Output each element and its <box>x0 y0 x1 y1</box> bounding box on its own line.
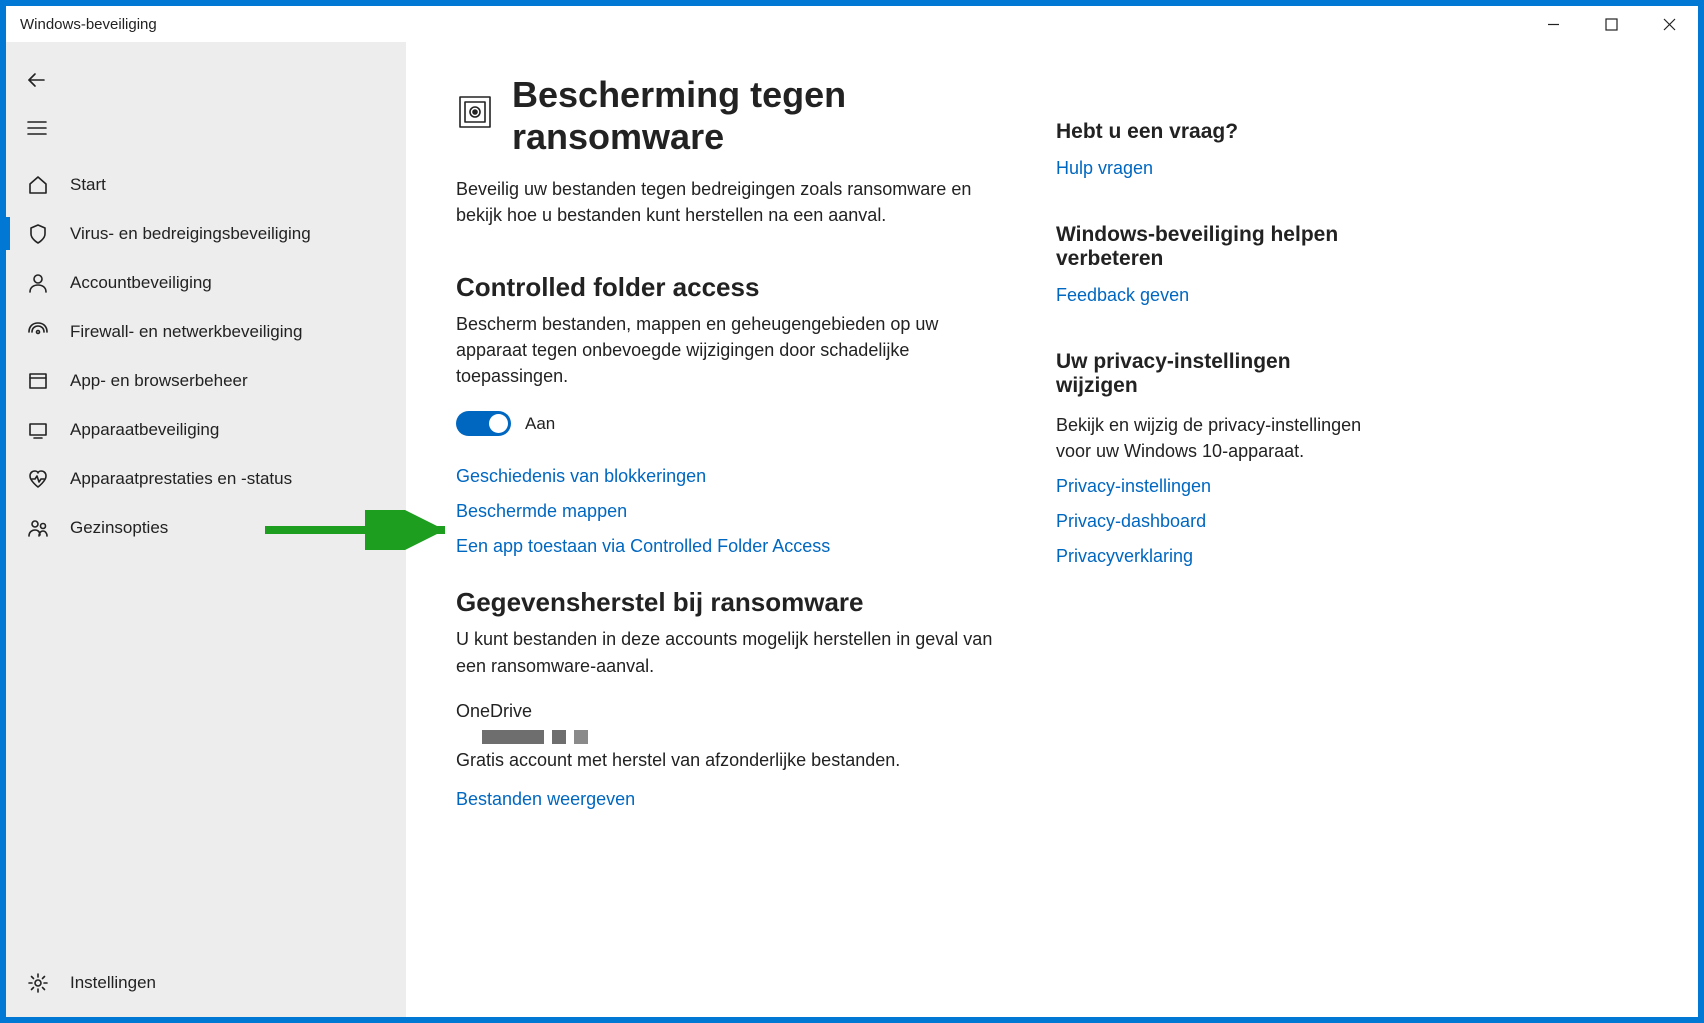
recovery-description: U kunt bestanden in deze accounts mogeli… <box>456 626 996 678</box>
sidebar-item-account[interactable]: Accountbeveiliging <box>6 258 406 307</box>
hamburger-button[interactable] <box>6 104 406 152</box>
link-allow-app[interactable]: Een app toestaan via Controlled Folder A… <box>456 536 996 557</box>
right-panel: Hebt u een vraag? Hulp vragen Windows-be… <box>1056 74 1376 977</box>
family-icon <box>26 516 50 540</box>
onedrive-description: Gratis account met herstel van afzonderl… <box>456 750 996 771</box>
maximize-button[interactable] <box>1582 6 1640 42</box>
sidebar-item-performance[interactable]: Apparaatprestaties en -status <box>6 454 406 503</box>
link-protected-folders[interactable]: Beschermde mappen <box>456 501 996 522</box>
heart-icon <box>26 467 50 491</box>
privacy-heading: Uw privacy-instellingen wijzigen <box>1056 350 1376 398</box>
app-browser-icon <box>26 369 50 393</box>
sidebar-item-label: Firewall- en netwerkbeveiliging <box>70 322 302 342</box>
gear-icon <box>26 971 50 995</box>
improve-heading: Windows-beveiliging helpen verbeteren <box>1056 223 1376 271</box>
sidebar-item-label: Instellingen <box>70 973 156 993</box>
ransomware-icon <box>456 93 494 140</box>
device-icon <box>26 418 50 442</box>
sidebar-item-device-security[interactable]: Apparaatbeveiliging <box>6 405 406 454</box>
cfa-toggle-label: Aan <box>525 414 555 434</box>
cfa-description: Bescherm bestanden, mappen en geheugenge… <box>456 311 996 389</box>
network-icon <box>26 320 50 344</box>
sidebar: Start Virus- en bedreigingsbeveiliging A… <box>6 42 406 1017</box>
cfa-toggle[interactable] <box>456 411 511 436</box>
sidebar-item-label: Start <box>70 175 106 195</box>
sidebar-item-firewall[interactable]: Firewall- en netwerkbeveiliging <box>6 307 406 356</box>
page-title: Bescherming tegen ransomware <box>512 74 996 158</box>
sidebar-item-settings[interactable]: Instellingen <box>6 958 406 1007</box>
menu-icon <box>26 117 48 139</box>
sidebar-item-label: Virus- en bedreigingsbeveiliging <box>70 224 311 244</box>
sidebar-item-start[interactable]: Start <box>6 160 406 209</box>
privacy-description: Bekijk en wijzig de privacy-instellingen… <box>1056 412 1376 464</box>
back-button[interactable] <box>6 56 406 104</box>
sidebar-item-virus[interactable]: Virus- en bedreigingsbeveiliging <box>6 209 406 258</box>
person-icon <box>26 271 50 295</box>
link-get-help[interactable]: Hulp vragen <box>1056 158 1376 179</box>
link-privacy-statement[interactable]: Privacyverklaring <box>1056 546 1376 567</box>
page-description: Beveilig uw bestanden tegen bedreigingen… <box>456 176 996 228</box>
sidebar-item-app-browser[interactable]: App- en browserbeheer <box>6 356 406 405</box>
sidebar-item-label: Accountbeveiliging <box>70 273 212 293</box>
sidebar-item-label: Apparaatbeveiliging <box>70 420 219 440</box>
link-feedback[interactable]: Feedback geven <box>1056 285 1376 306</box>
arrow-left-icon <box>26 69 48 91</box>
link-view-files[interactable]: Bestanden weergeven <box>456 789 996 810</box>
titlebar: Windows-beveiliging <box>6 6 1698 42</box>
minimize-button[interactable] <box>1524 6 1582 42</box>
onedrive-heading: OneDrive <box>456 701 996 722</box>
sidebar-item-label: App- en browserbeheer <box>70 371 248 391</box>
shield-icon <box>26 222 50 246</box>
recovery-heading: Gegevensherstel bij ransomware <box>456 587 996 618</box>
link-block-history[interactable]: Geschiedenis van blokkeringen <box>456 466 996 487</box>
sidebar-item-label: Apparaatprestaties en -status <box>70 469 292 489</box>
main-content: Bescherming tegen ransomware Beveilig uw… <box>456 74 996 977</box>
redacted-account <box>482 730 996 744</box>
sidebar-item-label: Gezinsopties <box>70 518 168 538</box>
link-privacy-settings[interactable]: Privacy-instellingen <box>1056 476 1376 497</box>
help-heading: Hebt u een vraag? <box>1056 120 1376 144</box>
link-privacy-dashboard[interactable]: Privacy-dashboard <box>1056 511 1376 532</box>
cfa-heading: Controlled folder access <box>456 272 996 303</box>
home-icon <box>26 173 50 197</box>
sidebar-item-family[interactable]: Gezinsopties <box>6 503 406 552</box>
close-button[interactable] <box>1640 6 1698 42</box>
window-title: Windows-beveiliging <box>20 16 157 33</box>
